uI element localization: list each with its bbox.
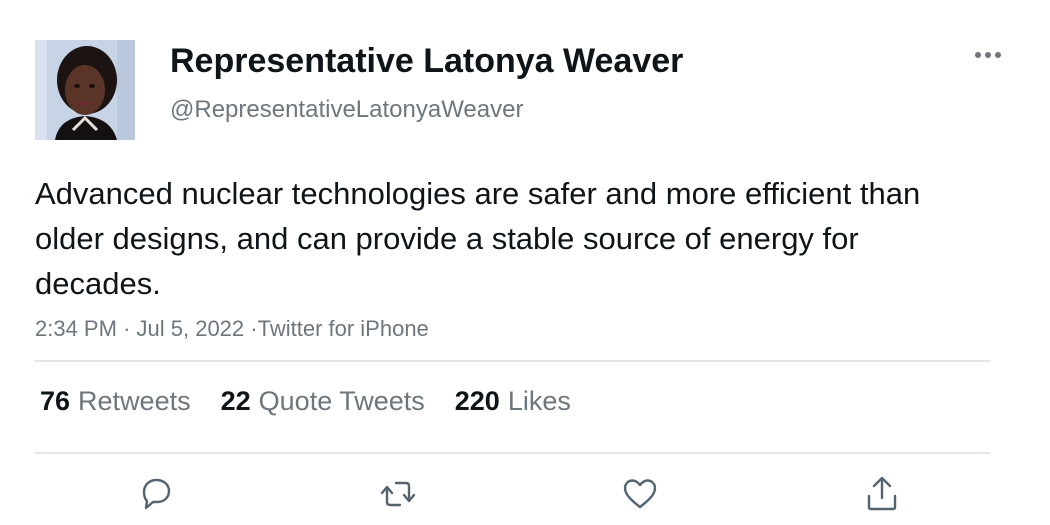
like-button[interactable] (620, 474, 660, 514)
meta-separator: · (250, 316, 258, 341)
avatar-image (35, 40, 135, 140)
share-icon (867, 476, 897, 511)
engagement-stats: 76 Retweets 22 Quote Tweets 220 Likes (40, 386, 601, 417)
quote-tweets-count: 22 (220, 386, 251, 416)
avatar[interactable] (35, 40, 135, 140)
tweet-time[interactable]: 2:34 PM (35, 316, 117, 341)
tweet-date[interactable]: Jul 5, 2022 (137, 316, 245, 341)
reply-button[interactable] (136, 474, 176, 514)
retweet-button[interactable] (378, 474, 418, 514)
retweets-stat[interactable]: 76 Retweets (40, 386, 191, 417)
tweet-metadata: 2:34 PM · Jul 5, 2022 ·Twitter for iPhon… (35, 316, 429, 342)
retweets-count: 76 (40, 386, 71, 416)
tweet-text: Advanced nuclear technologies are safer … (35, 176, 921, 301)
reply-icon (142, 478, 171, 510)
share-button[interactable] (862, 474, 902, 514)
meta-separator: · (123, 316, 131, 341)
quote-tweets-stat[interactable]: 22 Quote Tweets (221, 386, 425, 417)
retweets-label: Retweets (78, 386, 191, 416)
heart-icon (623, 479, 657, 509)
author-handle[interactable]: @RepresentativeLatonyaWeaver (170, 96, 523, 124)
divider (35, 452, 990, 454)
divider (35, 360, 990, 362)
likes-stat[interactable]: 220 Likes (455, 386, 571, 417)
more-horizontal-icon (975, 52, 1001, 58)
quote-tweets-label: Quote Tweets (258, 386, 425, 416)
author-display-name[interactable]: Representative Latonya Weaver (170, 42, 683, 81)
more-options-button[interactable] (966, 40, 1010, 70)
likes-count: 220 (454, 386, 500, 416)
tweet-source[interactable]: Twitter for iPhone (258, 316, 429, 341)
likes-label: Likes (507, 386, 571, 416)
retweet-icon (380, 481, 416, 507)
